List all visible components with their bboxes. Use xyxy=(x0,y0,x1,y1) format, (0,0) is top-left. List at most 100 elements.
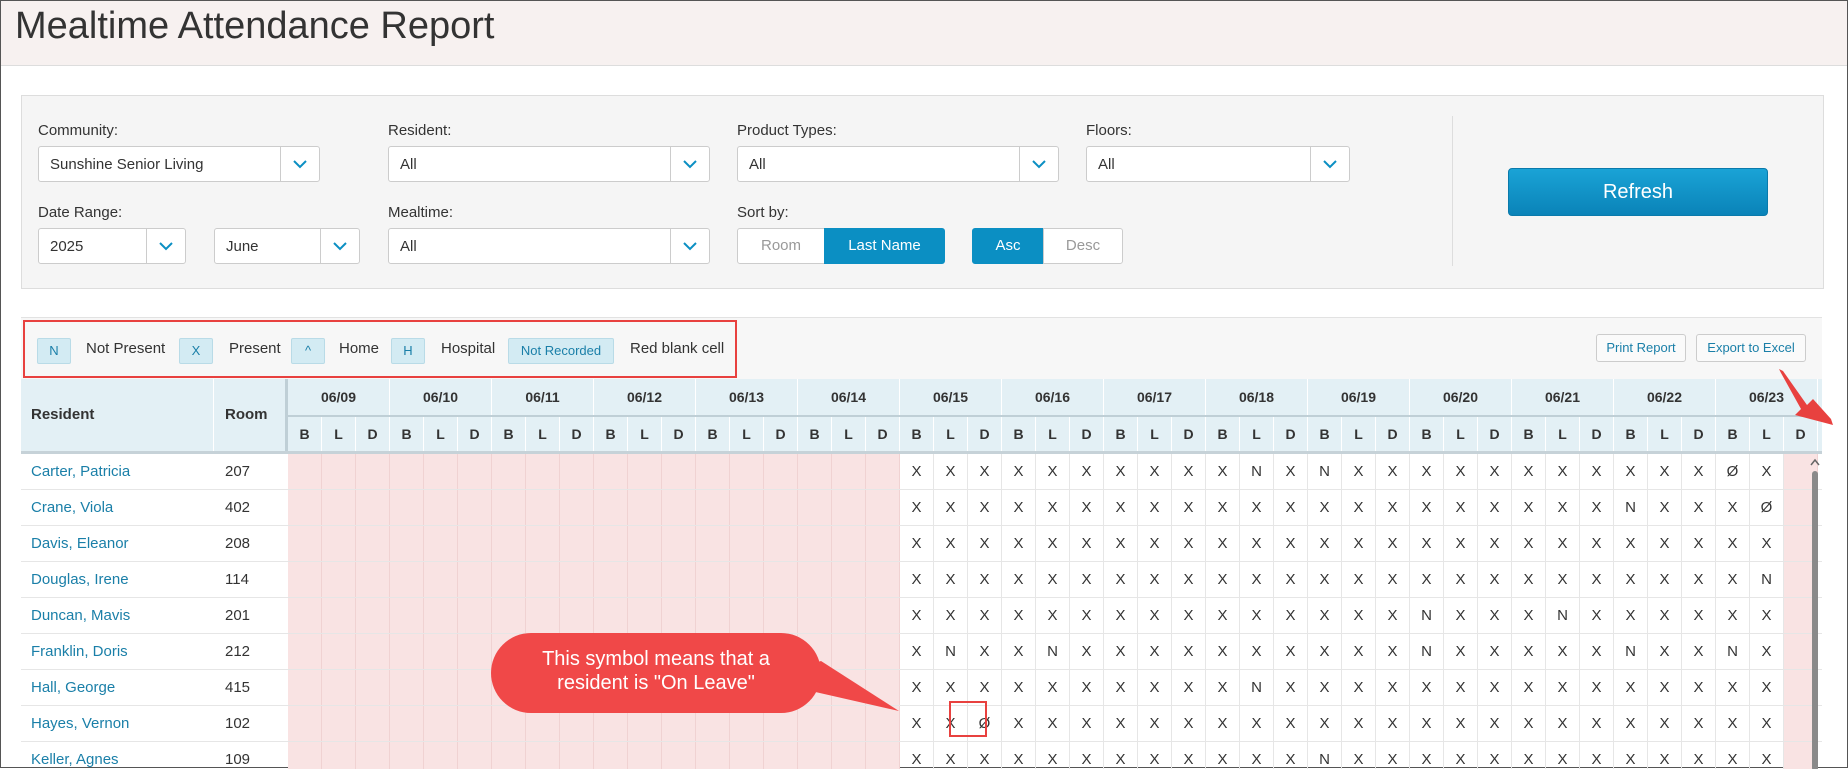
attendance-cell[interactable]: X xyxy=(1070,670,1104,705)
attendance-cell[interactable]: X xyxy=(1138,454,1172,489)
attendance-cell[interactable]: X xyxy=(1512,670,1546,705)
resident-name-link[interactable]: Franklin, Doris xyxy=(31,643,128,660)
attendance-cell[interactable] xyxy=(560,454,594,489)
attendance-cell[interactable] xyxy=(764,454,798,489)
attendance-cell[interactable]: X xyxy=(1274,598,1308,633)
attendance-cell[interactable]: X xyxy=(1444,742,1478,769)
attendance-cell[interactable] xyxy=(798,454,832,489)
attendance-cell[interactable]: X xyxy=(1274,706,1308,741)
attendance-cell[interactable]: X xyxy=(1342,454,1376,489)
attendance-cell[interactable]: X xyxy=(1342,670,1376,705)
attendance-cell[interactable] xyxy=(322,526,356,561)
attendance-cell[interactable]: X xyxy=(968,526,1002,561)
attendance-cell[interactable]: X xyxy=(1172,742,1206,769)
attendance-cell[interactable] xyxy=(594,598,628,633)
attendance-cell[interactable]: X xyxy=(1682,742,1716,769)
attendance-cell[interactable]: N xyxy=(1308,742,1342,769)
attendance-cell[interactable]: X xyxy=(900,742,934,769)
attendance-cell[interactable]: X xyxy=(1070,598,1104,633)
attendance-cell[interactable] xyxy=(526,454,560,489)
attendance-cell[interactable]: X xyxy=(1376,742,1410,769)
attendance-cell[interactable] xyxy=(628,598,662,633)
attendance-cell[interactable]: N xyxy=(1614,634,1648,669)
attendance-cell[interactable]: X xyxy=(1512,490,1546,525)
attendance-cell[interactable] xyxy=(730,526,764,561)
attendance-cell[interactable]: X xyxy=(1240,634,1274,669)
attendance-cell[interactable] xyxy=(628,526,662,561)
attendance-cell[interactable]: X xyxy=(1206,706,1240,741)
attendance-cell[interactable]: X xyxy=(1138,598,1172,633)
attendance-cell[interactable]: X xyxy=(1444,454,1478,489)
attendance-cell[interactable] xyxy=(526,490,560,525)
attendance-cell[interactable] xyxy=(832,670,866,705)
attendance-cell[interactable]: X xyxy=(1206,526,1240,561)
attendance-cell[interactable]: X xyxy=(1512,742,1546,769)
month-select[interactable]: June xyxy=(214,228,360,264)
attendance-cell[interactable]: X xyxy=(1546,742,1580,769)
attendance-cell[interactable]: X xyxy=(1444,598,1478,633)
attendance-cell[interactable]: X xyxy=(968,634,1002,669)
attendance-cell[interactable]: X xyxy=(1546,526,1580,561)
attendance-cell[interactable]: X xyxy=(1206,670,1240,705)
attendance-cell[interactable]: X xyxy=(1308,490,1342,525)
attendance-cell[interactable]: X xyxy=(1138,670,1172,705)
attendance-cell[interactable]: X xyxy=(1648,526,1682,561)
attendance-cell[interactable] xyxy=(390,634,424,669)
attendance-cell[interactable]: N xyxy=(1240,454,1274,489)
attendance-cell[interactable] xyxy=(594,490,628,525)
scrollbar-thumb[interactable] xyxy=(1812,471,1818,769)
attendance-cell[interactable]: X xyxy=(1614,742,1648,769)
attendance-cell[interactable]: X xyxy=(1410,742,1444,769)
attendance-cell[interactable]: X xyxy=(968,454,1002,489)
attendance-cell[interactable] xyxy=(832,454,866,489)
attendance-cell[interactable] xyxy=(322,634,356,669)
attendance-cell[interactable] xyxy=(560,562,594,597)
attendance-cell[interactable]: X xyxy=(1172,562,1206,597)
attendance-cell[interactable] xyxy=(424,454,458,489)
attendance-cell[interactable] xyxy=(662,454,696,489)
attendance-cell[interactable]: X xyxy=(1036,670,1070,705)
attendance-cell[interactable] xyxy=(832,526,866,561)
resident-name-link[interactable]: Crane, Viola xyxy=(31,499,113,516)
attendance-cell[interactable]: X xyxy=(1342,562,1376,597)
attendance-cell[interactable] xyxy=(458,562,492,597)
community-select[interactable]: Sunshine Senior Living xyxy=(38,146,320,182)
resident-name-link[interactable]: Davis, Eleanor xyxy=(31,535,129,552)
attendance-cell[interactable] xyxy=(390,490,424,525)
attendance-cell[interactable] xyxy=(662,562,696,597)
attendance-cell[interactable]: X xyxy=(1478,490,1512,525)
sort-desc-button[interactable]: Desc xyxy=(1043,228,1123,264)
attendance-cell[interactable]: X xyxy=(1104,562,1138,597)
attendance-cell[interactable]: X xyxy=(1240,526,1274,561)
attendance-cell[interactable]: X xyxy=(1648,634,1682,669)
attendance-cell[interactable]: X xyxy=(1410,670,1444,705)
attendance-cell[interactable] xyxy=(866,490,900,525)
attendance-cell[interactable]: X xyxy=(1036,742,1070,769)
attendance-cell[interactable]: X xyxy=(1036,562,1070,597)
attendance-cell[interactable] xyxy=(288,634,322,669)
attendance-cell[interactable]: X xyxy=(1138,742,1172,769)
attendance-cell[interactable]: X xyxy=(1206,742,1240,769)
attendance-cell[interactable]: X xyxy=(1274,742,1308,769)
attendance-cell[interactable]: X xyxy=(1750,526,1784,561)
attendance-cell[interactable]: X xyxy=(1750,742,1784,769)
attendance-cell[interactable] xyxy=(424,562,458,597)
attendance-cell[interactable]: X xyxy=(1138,490,1172,525)
attendance-cell[interactable]: X xyxy=(1376,634,1410,669)
attendance-cell[interactable] xyxy=(866,526,900,561)
attendance-cell[interactable]: X xyxy=(1682,634,1716,669)
attendance-cell[interactable] xyxy=(322,562,356,597)
attendance-cell[interactable] xyxy=(526,742,560,769)
attendance-cell[interactable]: X xyxy=(968,598,1002,633)
attendance-cell[interactable]: X xyxy=(1240,490,1274,525)
resident-select[interactable]: All xyxy=(388,146,710,182)
attendance-cell[interactable]: X xyxy=(1376,598,1410,633)
attendance-cell[interactable]: X xyxy=(1716,526,1750,561)
attendance-cell[interactable]: X xyxy=(900,598,934,633)
attendance-cell[interactable]: X xyxy=(1716,670,1750,705)
attendance-cell[interactable] xyxy=(798,742,832,769)
sort-asc-button[interactable]: Asc xyxy=(972,228,1044,264)
attendance-cell[interactable] xyxy=(288,742,322,769)
attendance-cell[interactable]: X xyxy=(1478,670,1512,705)
attendance-cell[interactable] xyxy=(662,490,696,525)
